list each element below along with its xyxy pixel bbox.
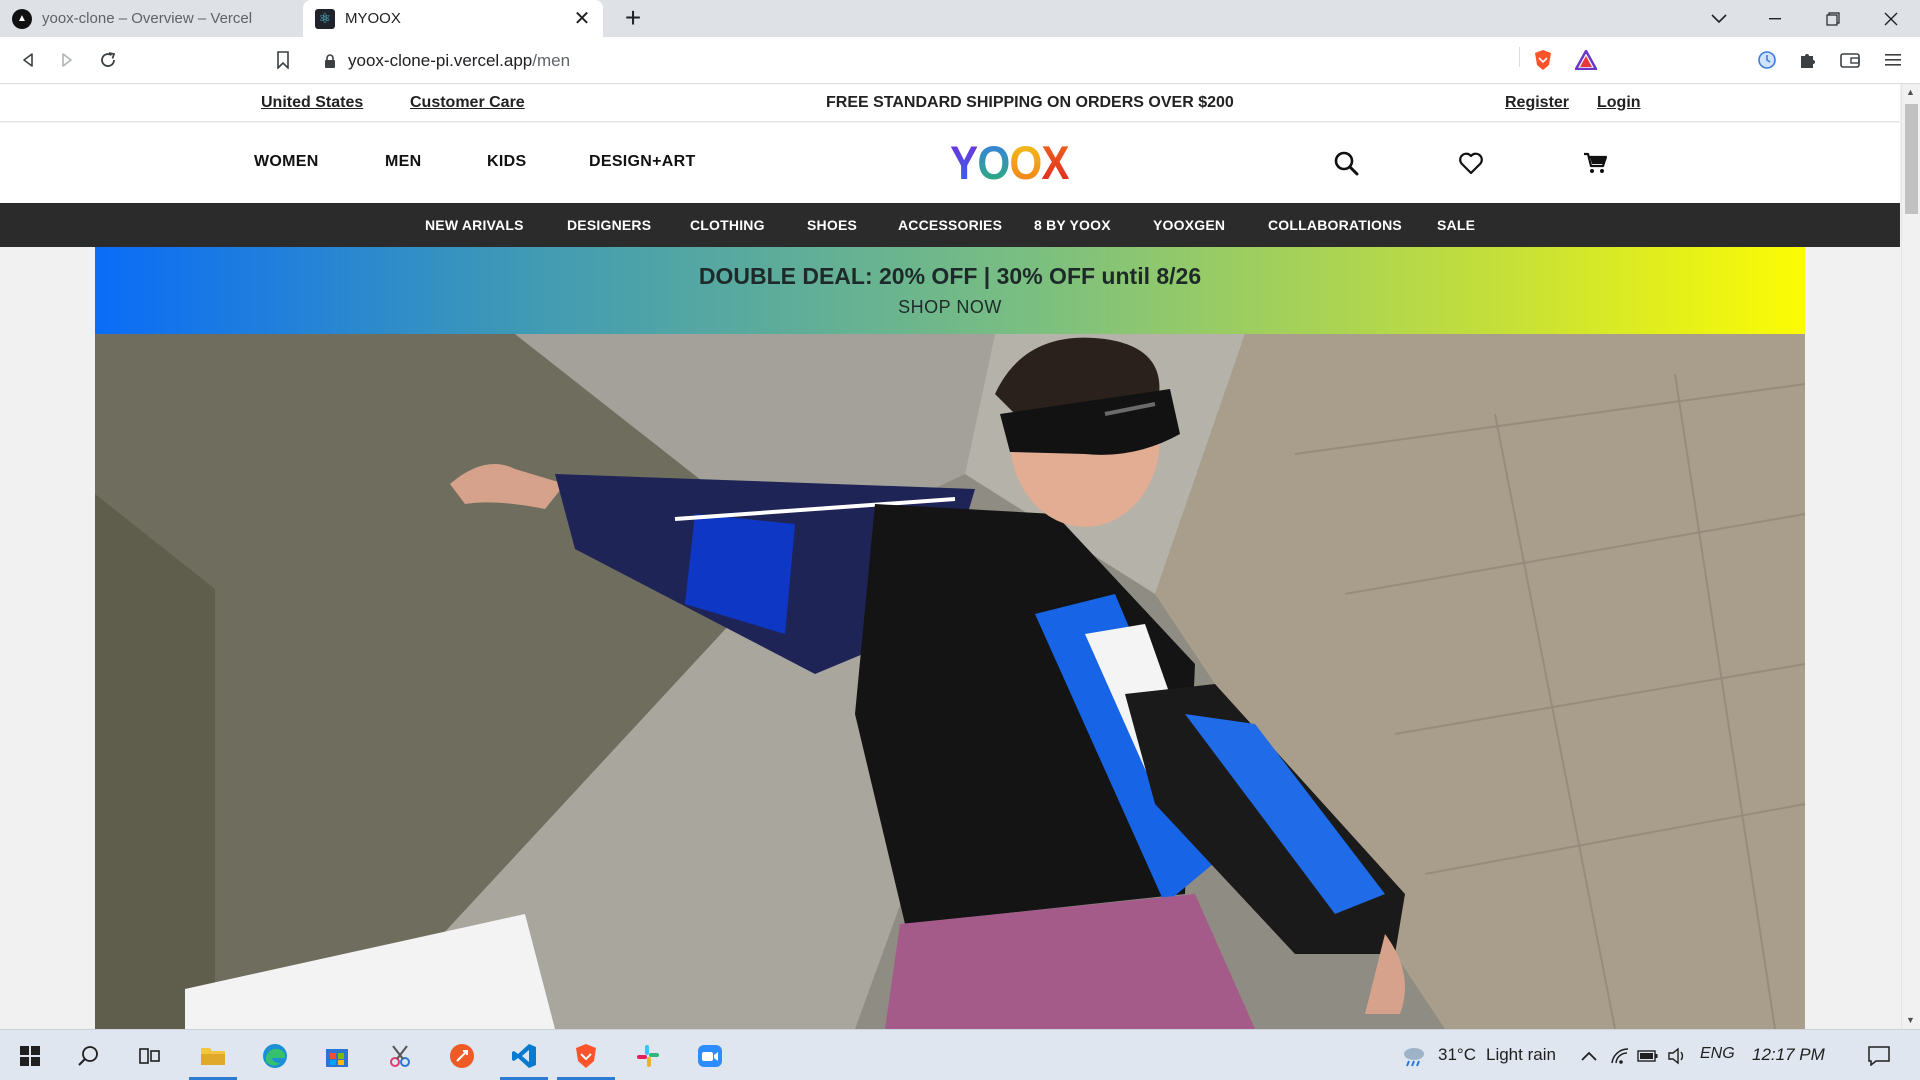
input-language-indicator[interactable]: ENG [1700, 1045, 1735, 1063]
nav-women[interactable]: WOMEN [254, 153, 319, 171]
wallet-icon[interactable] [1837, 47, 1863, 73]
forward-button[interactable] [52, 45, 82, 75]
browser-tab-strip: ▲ yoox-clone – Overview – Vercel ⚛ MYOOX… [0, 0, 1920, 37]
logo-letter: Y [950, 136, 978, 189]
page-scrollbar[interactable]: ▲ ▼ [1901, 84, 1920, 1029]
tab-search-chevron-icon[interactable] [1696, 0, 1742, 37]
windows-taskbar: 31°C Light rain ENG 12:17 PM [0, 1029, 1920, 1080]
menu-hamburger-icon[interactable] [1880, 47, 1906, 73]
category-shoes[interactable]: SHOES [807, 217, 857, 233]
yoox-logo[interactable]: YOOX [950, 135, 1070, 190]
bookmark-icon[interactable] [268, 45, 298, 75]
weather-description[interactable]: Light rain [1486, 1045, 1556, 1065]
category-new-arrivals[interactable]: NEW ARIVALS [425, 217, 524, 233]
register-link[interactable]: Register [1505, 94, 1569, 112]
country-selector-link[interactable]: United States [261, 94, 363, 112]
system-clock[interactable]: 12:17 PM [1752, 1045, 1825, 1065]
hero-image[interactable] [95, 334, 1805, 1029]
brave-shields-icon[interactable] [1530, 47, 1556, 73]
file-explorer-icon[interactable] [196, 1039, 230, 1073]
tab-title: MYOOX [345, 10, 401, 27]
scroll-down-arrow-icon[interactable]: ▼ [1906, 1015, 1915, 1025]
url-host: yoox-clone-pi.vercel.app [348, 50, 533, 70]
weather-rain-icon[interactable] [1397, 1039, 1431, 1073]
tab-title: yoox-clone – Overview – Vercel [42, 10, 253, 27]
brave-rewards-icon[interactable] [1573, 47, 1599, 73]
windows-start-icon[interactable] [13, 1039, 47, 1073]
url-text: yoox-clone-pi.vercel.app/men [348, 51, 570, 71]
login-link[interactable]: Login [1597, 94, 1641, 112]
nav-kids[interactable]: KIDS [487, 153, 526, 171]
microsoft-store-icon[interactable] [320, 1039, 354, 1073]
show-hidden-icons-chevron-icon[interactable] [1572, 1039, 1606, 1073]
logo-letter: X [1041, 136, 1069, 189]
close-window-button[interactable] [1868, 0, 1914, 37]
toolbar-divider [1519, 47, 1520, 67]
utility-bar: United States Customer Care FREE STANDAR… [0, 84, 1900, 122]
category-clothing[interactable]: CLOTHING [690, 217, 765, 233]
weather-temperature[interactable]: 31°C [1438, 1045, 1476, 1065]
minimize-window-button[interactable] [1752, 0, 1798, 37]
category-accessories[interactable]: ACCESSORIES [898, 217, 1002, 233]
volume-speaker-icon[interactable] [1660, 1039, 1694, 1073]
shop-now-link[interactable]: SHOP NOW [95, 297, 1805, 318]
search-taskbar-icon[interactable] [72, 1039, 106, 1073]
promo-banner[interactable]: DOUBLE DEAL: 20% OFF | 30% OFF until 8/2… [95, 247, 1805, 334]
shopping-cart-icon[interactable] [1579, 147, 1611, 179]
hero-illustration [95, 334, 1805, 1029]
zoom-icon[interactable] [693, 1039, 727, 1073]
web-page-viewport: United States Customer Care FREE STANDAR… [0, 84, 1920, 1029]
snipping-tool-icon[interactable] [383, 1039, 417, 1073]
logo-letter: O [1009, 136, 1042, 189]
vercel-triangle-icon: ▲ [12, 8, 32, 29]
category-8-by-yoox[interactable]: 8 BY YOOX [1034, 217, 1111, 233]
address-bar[interactable]: yoox-clone-pi.vercel.app/men [312, 43, 1610, 78]
nav-men[interactable]: MEN [385, 153, 421, 171]
close-tab-icon[interactable]: ✕ [571, 7, 593, 30]
category-designers[interactable]: DESIGNERS [567, 217, 651, 233]
category-yooxgen[interactable]: YOOXGEN [1153, 217, 1225, 233]
back-button[interactable] [13, 45, 43, 75]
edge-browser-icon[interactable] [258, 1039, 292, 1073]
search-icon[interactable] [1330, 147, 1362, 179]
new-tab-button[interactable]: + [618, 2, 648, 34]
extensions-puzzle-icon[interactable] [1795, 47, 1821, 73]
browser-toolbar: yoox-clone-pi.vercel.app/men [0, 37, 1920, 84]
logo-letter: O [977, 136, 1010, 189]
category-collaborations[interactable]: COLLABORATIONS [1268, 217, 1402, 233]
nav-design-art[interactable]: DESIGN+ART [589, 153, 696, 171]
react-atom-icon: ⚛ [315, 8, 335, 29]
site-header: WOMEN MEN KIDS DESIGN+ART YOOX [0, 123, 1900, 203]
url-path: /men [532, 50, 571, 70]
notifications-icon[interactable] [1862, 1039, 1896, 1073]
restore-window-button[interactable] [1810, 0, 1856, 37]
vscode-icon[interactable] [507, 1039, 541, 1073]
postman-icon[interactable] [445, 1039, 479, 1073]
scrollbar-thumb[interactable] [1905, 104, 1918, 214]
wishlist-heart-icon[interactable] [1455, 147, 1487, 179]
shipping-notice: FREE STANDARD SHIPPING ON ORDERS OVER $2… [826, 94, 1234, 111]
brave-browser-icon[interactable] [569, 1039, 603, 1073]
task-view-icon[interactable] [133, 1039, 167, 1073]
category-sale[interactable]: SALE [1437, 217, 1475, 233]
extension-clock-icon[interactable] [1754, 47, 1780, 73]
tab-vercel-overview[interactable]: ▲ yoox-clone – Overview – Vercel [0, 0, 303, 37]
promo-title: DOUBLE DEAL: 20% OFF | 30% OFF until 8/2… [698, 263, 1202, 289]
category-nav-bar: NEW ARIVALS DESIGNERS CLOTHING SHOES ACC… [0, 203, 1900, 247]
tab-myoox[interactable]: ⚛ MYOOX ✕ [303, 0, 603, 37]
customer-care-link[interactable]: Customer Care [410, 94, 525, 112]
scroll-up-arrow-icon[interactable]: ▲ [1906, 87, 1915, 97]
slack-icon[interactable] [631, 1039, 665, 1073]
lock-icon [324, 53, 336, 68]
reload-button[interactable] [93, 45, 123, 75]
